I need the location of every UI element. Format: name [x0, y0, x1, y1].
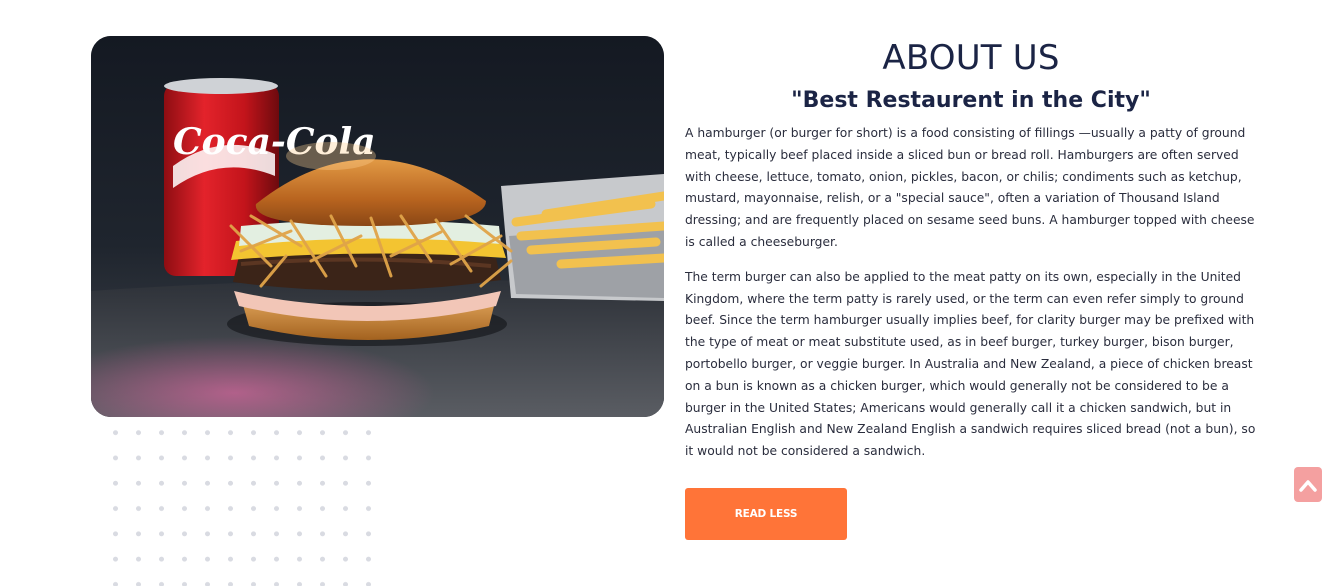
about-section: ABOUT US "Best Restaurent in the City" A… [685, 36, 1257, 463]
read-less-button[interactable]: READ LESS [685, 488, 847, 540]
about-paragraph-2: The term burger can also be applied to t… [685, 269, 1256, 459]
about-paragraph-1: A hamburger (or burger for short) is a f… [685, 126, 1255, 249]
scroll-to-top-button[interactable] [1294, 467, 1322, 502]
section-title: ABOUT US [882, 38, 1060, 78]
burger-photo: Coca-Cola [91, 36, 664, 417]
decorative-dot-grid [104, 420, 389, 586]
chevron-up-icon [1299, 478, 1317, 492]
section-tagline: "Best Restaurent in the City" [791, 88, 1151, 113]
